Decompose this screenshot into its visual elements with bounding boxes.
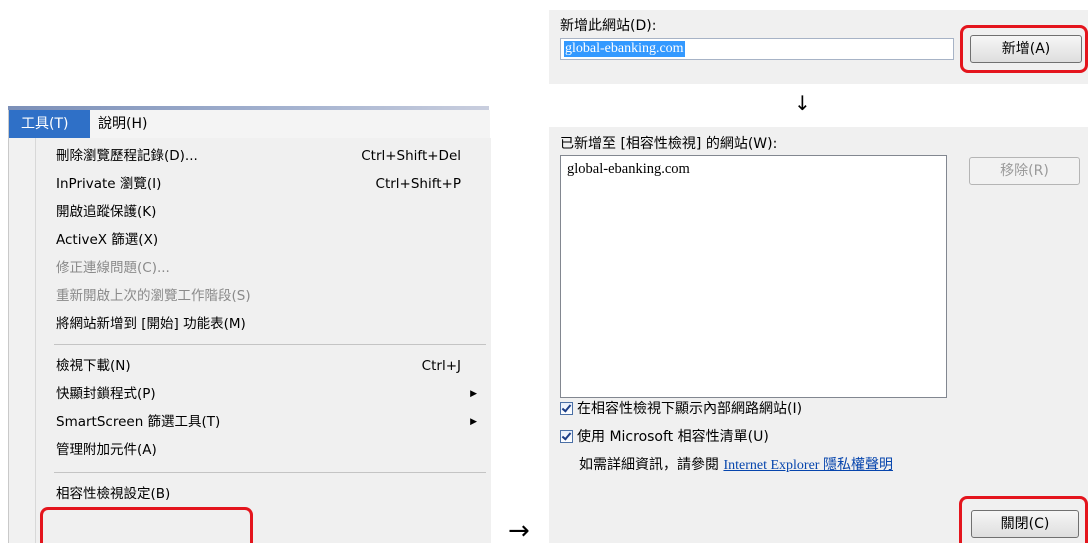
menu-item-label: 將網站新增到 [開始] 功能表(M) — [56, 316, 246, 332]
menu-item-compat-view-settings[interactable]: 相容性檢視設定(B) — [36, 480, 491, 508]
menu-item-label: 相容性檢視設定(B) — [56, 486, 171, 502]
menu-item-shortcut: Ctrl+Shift+P — [375, 176, 461, 192]
menu-item-fix-connection: 修正連線問題(C)... — [36, 254, 491, 282]
menu-bar: 工具(T) 說明(H) — [9, 110, 490, 138]
menu-item-activex-filter[interactable]: ActiveX 篩選(X) — [36, 226, 491, 254]
menu-item-view-downloads[interactable]: 檢視下載(N) Ctrl+J — [36, 352, 491, 380]
menu-item-delete-history[interactable]: 刪除瀏覽歷程記錄(D)... Ctrl+Shift+Del — [36, 142, 491, 170]
highlight-add-button — [960, 25, 1088, 73]
submenu-arrow-icon: ▶ — [470, 389, 477, 399]
sites-list-label: 已新增至 [相容性檢視] 的網站(W): — [560, 136, 778, 152]
arrow-down-icon: ↓ — [794, 91, 811, 115]
info-row: 如需詳細資訊，請參閱 Internet Explorer 隱私權聲明 — [579, 454, 893, 474]
menu-item-shortcut: Ctrl+Shift+Del — [361, 148, 461, 164]
menu-item-label: SmartScreen 篩選工具(T) — [56, 414, 221, 430]
add-site-input[interactable]: global-ebanking.com — [560, 38, 954, 60]
checkbox-ms-list[interactable] — [560, 430, 573, 443]
highlight-compat-view-settings — [40, 507, 253, 543]
menu-item-label: ActiveX 篩選(X) — [56, 232, 159, 248]
menu-separator — [54, 344, 486, 345]
menu-item-popup-blocker[interactable]: 快顯封鎖程式(P) ▶ — [36, 380, 491, 408]
menu-item-label: 開啟追蹤保護(K) — [56, 204, 157, 220]
menu-item-label: 重新開啟上次的瀏覽工作階段(S) — [56, 288, 251, 304]
privacy-statement-link[interactable]: Internet Explorer 隱私權聲明 — [723, 458, 893, 473]
menu-item-inprivate[interactable]: InPrivate 瀏覽(I) Ctrl+Shift+P — [36, 170, 491, 198]
tools-dropdown: 刪除瀏覽歷程記錄(D)... Ctrl+Shift+Del InPrivate … — [35, 138, 491, 543]
compat-dialog-add-section: 新增此網站(D): global-ebanking.com 新增(A) — [549, 10, 1088, 84]
menu-item-label: 快顯封鎖程式(P) — [56, 386, 156, 402]
list-item[interactable]: global-ebanking.com — [567, 161, 690, 178]
ms-list-checkbox-row[interactable]: 使用 Microsoft 相容性清單(U) — [560, 426, 769, 446]
menu-item-label: InPrivate 瀏覽(I) — [56, 176, 162, 192]
menu-item-add-to-start[interactable]: 將網站新增到 [開始] 功能表(M) — [36, 310, 491, 338]
sites-listbox[interactable]: global-ebanking.com — [560, 155, 947, 398]
add-site-label: 新增此網站(D): — [560, 18, 657, 34]
menu-item-label: 刪除瀏覽歷程記錄(D)... — [56, 148, 198, 164]
menu-item-label: 檢視下載(N) — [56, 358, 131, 374]
highlight-close-button — [959, 496, 1088, 543]
add-site-value: global-ebanking.com — [564, 41, 685, 57]
checkbox-intranet-label: 在相容性檢視下顯示內部網路網站(I) — [577, 401, 803, 417]
remove-button[interactable]: 移除(R) — [969, 157, 1080, 185]
arrow-right-icon: → — [508, 516, 530, 546]
menu-separator — [54, 472, 486, 473]
checkbox-ms-list-label: 使用 Microsoft 相容性清單(U) — [577, 429, 769, 445]
menubar-help[interactable]: 說明(H) — [93, 110, 163, 138]
menubar-tools[interactable]: 工具(T) — [9, 110, 90, 138]
menu-item-shortcut: Ctrl+J — [421, 358, 461, 374]
intranet-checkbox-row[interactable]: 在相容性檢視下顯示內部網路網站(I) — [560, 398, 802, 418]
menu-item-smartscreen[interactable]: SmartScreen 篩選工具(T) ▶ — [36, 408, 491, 436]
checkbox-intranet[interactable] — [560, 402, 573, 415]
ie-tools-menu: 工具(T) 說明(H) 刪除瀏覽歷程記錄(D)... Ctrl+Shift+De… — [8, 110, 491, 543]
menu-item-label: 修正連線問題(C)... — [56, 260, 170, 276]
menu-item-label: 管理附加元件(A) — [56, 442, 157, 458]
compat-dialog-list-section: 已新增至 [相容性檢視] 的網站(W): global-ebanking.com… — [549, 127, 1088, 543]
menu-item-tracking-protection[interactable]: 開啟追蹤保護(K) — [36, 198, 491, 226]
menu-item-manage-addons[interactable]: 管理附加元件(A) — [36, 436, 491, 464]
menu-item-reopen-session: 重新開啟上次的瀏覽工作階段(S) — [36, 282, 491, 310]
submenu-arrow-icon: ▶ — [470, 417, 477, 427]
info-text: 如需詳細資訊，請參閱 — [579, 457, 719, 473]
